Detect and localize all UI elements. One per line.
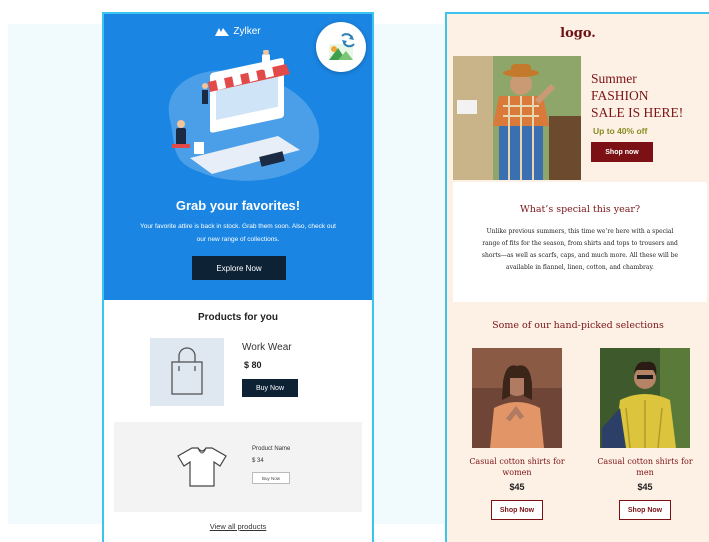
shop-now-button-men[interactable]: Shop Now xyxy=(619,500,671,520)
whats-special-card: What’s special this year? Unlike previou… xyxy=(453,182,707,302)
product-card: Product Name $ 34 Buy Now xyxy=(114,422,362,512)
logo-text: logo. xyxy=(560,26,596,41)
summer-title-line-3: SALE IS HERE! xyxy=(591,105,684,120)
pick-price-women: $45 xyxy=(509,482,525,492)
brand-name: Zylker xyxy=(233,26,261,37)
hero-banner: Zylker Grab your favorites! Your favorit… xyxy=(104,14,372,300)
email-template-summer-sale[interactable]: logo. Summer FASHION SALE IS HERE! Up to… xyxy=(445,12,709,542)
shop-now-button[interactable]: Shop now xyxy=(591,142,653,162)
product-price: $ 34 xyxy=(252,458,264,464)
summer-title-line-2: FASHION xyxy=(591,88,649,103)
hero-description: Your favorite attire is back in stock. G… xyxy=(140,223,336,243)
buy-now-button-work-wear[interactable]: Buy Now xyxy=(242,379,298,397)
product-name-work-wear: Work Wear xyxy=(242,342,292,353)
shopping-bag-icon xyxy=(171,347,203,395)
buy-now-button[interactable]: Buy Now xyxy=(252,472,290,484)
summer-model-photo xyxy=(453,56,581,180)
explore-now-button[interactable]: Explore Now xyxy=(192,256,286,280)
shop-now-button-women[interactable]: Shop Now xyxy=(491,500,543,520)
pick-photo-men xyxy=(600,348,690,448)
pick-name-women: Casual cotton shirts for women xyxy=(469,457,565,477)
online-shopping-illustration xyxy=(168,50,320,181)
whats-special-title: What’s special this year? xyxy=(519,204,641,215)
summer-title-line-1: Summer xyxy=(591,71,637,86)
product-name: Product Name xyxy=(252,446,291,452)
email-template-zylker[interactable]: Zylker Grab your favorites! Your favorit… xyxy=(102,12,374,542)
product-price-work-wear: $ 80 xyxy=(244,360,262,370)
whats-special-body: Unlike previous summers, this time we’re… xyxy=(481,228,679,271)
product-image-work-wear xyxy=(150,338,224,406)
hand-picked-title: Some of our hand-picked selections xyxy=(492,320,664,331)
products-section-title: Products for you xyxy=(197,312,278,323)
pick-photo-women xyxy=(472,348,562,448)
pick-name-men: Casual cotton shirts for men xyxy=(597,457,693,477)
tshirt-icon xyxy=(177,447,227,487)
discount-text: Up to 40% off xyxy=(593,126,648,136)
pick-price-men: $45 xyxy=(637,482,653,492)
view-all-products-link[interactable]: View all products xyxy=(104,522,372,531)
zylker-logo-icon xyxy=(215,27,230,36)
hero-title: Grab your favorites! xyxy=(175,198,301,213)
summer-sale-heading: Summer FASHION SALE IS HERE! xyxy=(591,70,683,121)
